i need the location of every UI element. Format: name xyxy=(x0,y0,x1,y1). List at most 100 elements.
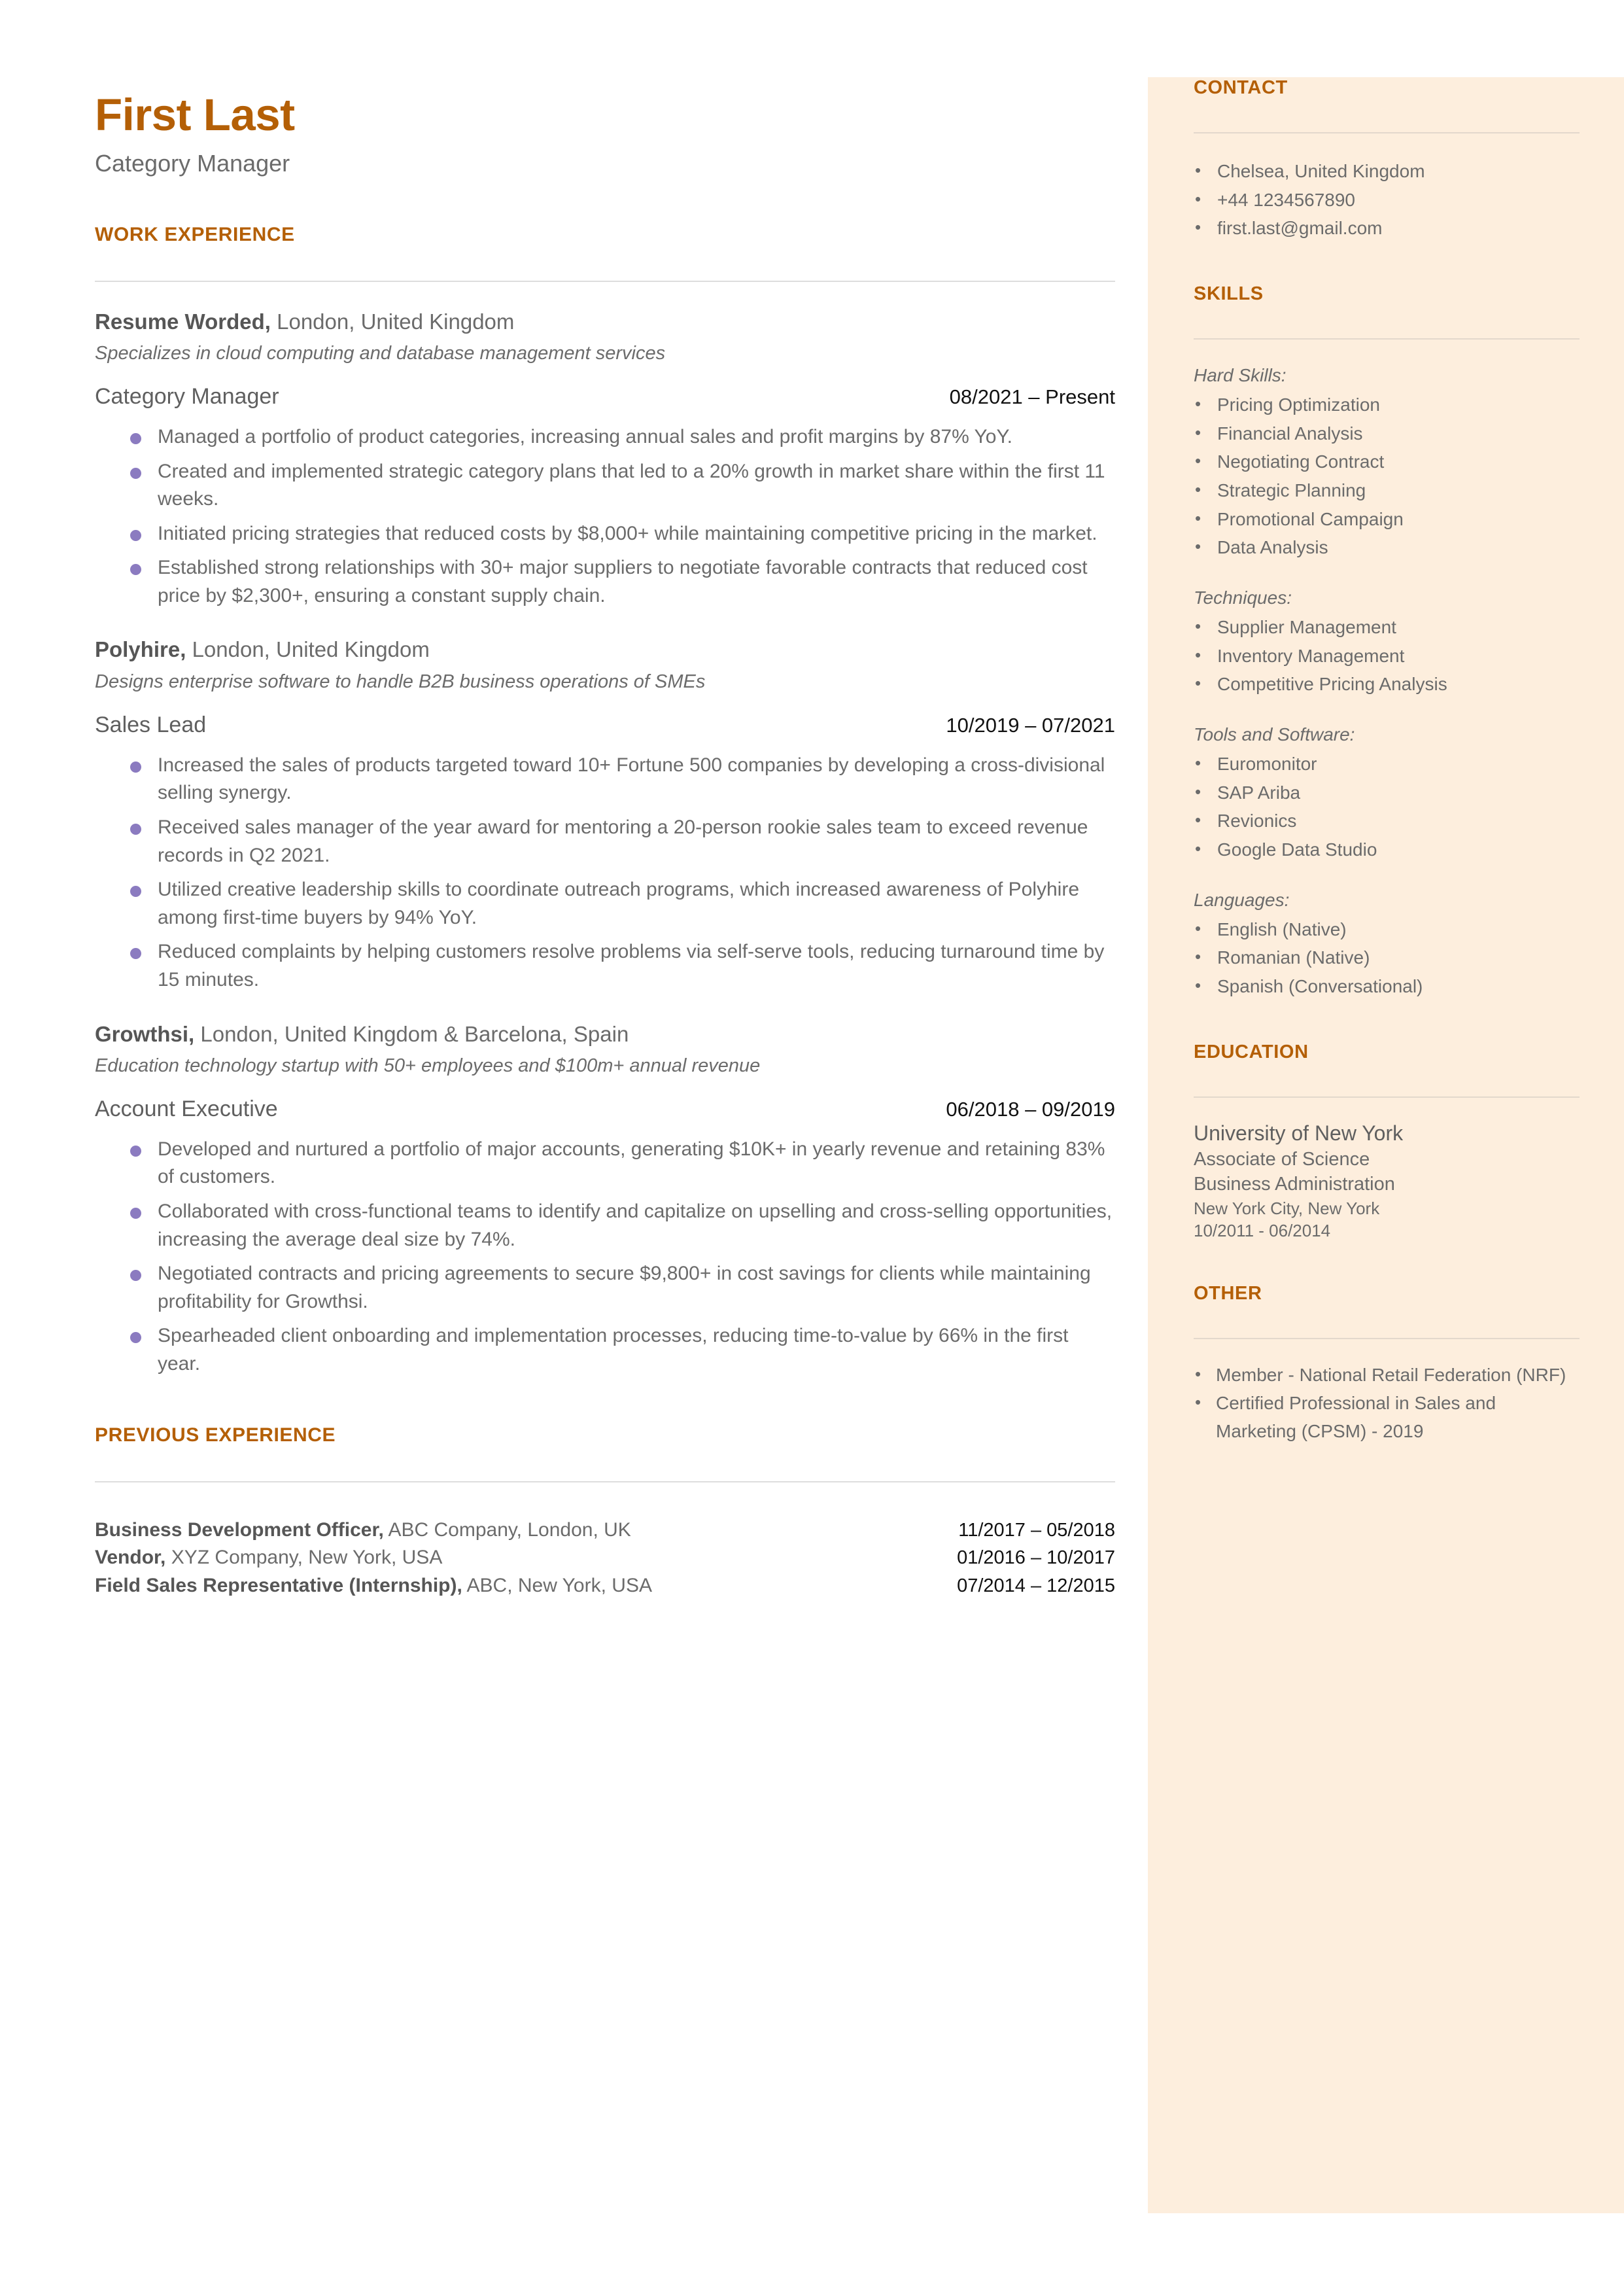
skills-divider xyxy=(1194,338,1580,340)
contact-email[interactable]: first.last@gmail.com xyxy=(1194,214,1580,243)
skill-item: Negotiating Contract xyxy=(1194,447,1580,476)
previous-experience-divider xyxy=(95,1480,1115,1482)
skill-group-hard-skills: Hard Skills: Pricing Optimization Financ… xyxy=(1194,362,1580,562)
previous-experience-row: Field Sales Representative (Internship),… xyxy=(95,1572,1115,1600)
contact-divider xyxy=(1194,132,1580,133)
skills-heading: SKILLS xyxy=(1194,283,1264,305)
role-title: Account Executive xyxy=(95,1096,278,1122)
candidate-name: First Last xyxy=(95,90,295,140)
candidate-job-title: Category Manager xyxy=(95,150,290,177)
skill-group-label: Techniques: xyxy=(1194,587,1292,608)
skill-group-tools-and-software: Tools and Software: Euromonitor SAP Arib… xyxy=(1194,721,1580,864)
skill-list: Supplier Management Inventory Management… xyxy=(1194,613,1580,699)
education-dates: 10/2011 - 06/2014 xyxy=(1194,1221,1331,1241)
company-description: Education technology startup with 50+ em… xyxy=(95,1055,761,1076)
skill-item: SAP Ariba xyxy=(1194,779,1580,807)
work-entry: Polyhire, London, United Kingdom Designs… xyxy=(95,636,1115,994)
previous-role-detail: ABC, New York, USA xyxy=(466,1574,652,1596)
education-divider xyxy=(1194,1096,1580,1098)
company-description: Specializes in cloud computing and datab… xyxy=(95,342,666,364)
achievement-list: Managed a portfolio of product categorie… xyxy=(95,423,1115,610)
previous-role-dates: 07/2014 – 12/2015 xyxy=(957,1575,1115,1596)
achievement-item: Developed and nurtured a portfolio of ma… xyxy=(95,1136,1115,1191)
skill-list: Pricing Optimization Financial Analysis … xyxy=(1194,391,1580,562)
achievement-item: Utilized creative leadership skills to c… xyxy=(95,876,1115,932)
other-item: Certified Professional in Sales and Mark… xyxy=(1194,1390,1580,1446)
achievement-item: Managed a portfolio of product categorie… xyxy=(95,423,1115,451)
skill-item: Spanish (Conversational) xyxy=(1194,972,1580,1001)
work-entry: Growthsi, London, United Kingdom & Barce… xyxy=(95,1021,1115,1378)
role-title: Category Manager xyxy=(95,384,279,410)
achievement-item: Reduced complaints by helping customers … xyxy=(95,938,1115,994)
main-column: First Last Category Manager WORK EXPERIE… xyxy=(95,90,1115,1600)
contact-section: CONTACT Chelsea, United Kingdom +44 1234… xyxy=(1194,77,1580,243)
role-row: Account Executive 06/2018 – 09/2019 xyxy=(95,1096,1115,1123)
skill-group-techniques: Techniques: Supplier Management Inventor… xyxy=(1194,584,1580,699)
previous-experience-row: Vendor, XYZ Company, New York, USA 01/20… xyxy=(95,1544,1115,1572)
skills-section: SKILLS Hard Skills: Pricing Optimization… xyxy=(1194,283,1580,1001)
other-list: Member - National Retail Federation (NRF… xyxy=(1194,1361,1580,1445)
education-section: EDUCATION University of New York Associa… xyxy=(1194,1042,1580,1242)
education-degree: Associate of Science xyxy=(1194,1148,1370,1170)
previous-experience-list: Business Development Officer, ABC Compan… xyxy=(95,1516,1115,1600)
previous-role-detail: ABC Company, London, UK xyxy=(388,1518,631,1541)
skill-item: Strategic Planning xyxy=(1194,476,1580,505)
skill-item: English (Native) xyxy=(1194,915,1580,944)
contact-location: Chelsea, United Kingdom xyxy=(1194,157,1580,186)
previous-role-title: Business Development Officer, xyxy=(95,1518,384,1541)
work-entry: Resume Worded, London, United Kingdom Sp… xyxy=(95,308,1115,610)
role-dates: 10/2019 – 07/2021 xyxy=(946,713,1115,737)
company-name: Polyhire, xyxy=(95,637,186,662)
sidebar: CONTACT Chelsea, United Kingdom +44 1234… xyxy=(1194,77,1580,1445)
previous-experience-heading: PREVIOUS EXPERIENCE xyxy=(95,1424,336,1446)
skill-item: Pricing Optimization xyxy=(1194,391,1580,419)
education-location: New York City, New York xyxy=(1194,1198,1380,1218)
previous-role-detail: XYZ Company, New York, USA xyxy=(171,1547,443,1569)
achievement-item: Received sales manager of the year award… xyxy=(95,814,1115,869)
previous-role: Vendor, XYZ Company, New York, USA xyxy=(95,1544,442,1572)
previous-experience-row: Business Development Officer, ABC Compan… xyxy=(95,1516,1115,1545)
achievement-item: Collaborated with cross-functional teams… xyxy=(95,1198,1115,1253)
company-line: Growthsi, London, United Kingdom & Barce… xyxy=(95,1021,1115,1047)
previous-role: Business Development Officer, ABC Compan… xyxy=(95,1516,631,1545)
previous-role: Field Sales Representative (Internship),… xyxy=(95,1572,652,1600)
skill-item: Revionics xyxy=(1194,807,1580,835)
achievement-list: Developed and nurtured a portfolio of ma… xyxy=(95,1136,1115,1378)
contact-list: Chelsea, United Kingdom +44 1234567890 f… xyxy=(1194,157,1580,243)
contact-phone[interactable]: +44 1234567890 xyxy=(1194,186,1580,215)
company-location: London, United Kingdom xyxy=(277,309,515,334)
achievement-item: Negotiated contracts and pricing agreeme… xyxy=(95,1260,1115,1316)
achievement-list: Increased the sales of products targeted… xyxy=(95,752,1115,994)
other-section: OTHER Member - National Retail Federatio… xyxy=(1194,1283,1580,1445)
other-heading: OTHER xyxy=(1194,1283,1262,1304)
achievement-item: Created and implemented strategic catego… xyxy=(95,458,1115,514)
skill-item: Competitive Pricing Analysis xyxy=(1194,670,1580,699)
role-row: Sales Lead 10/2019 – 07/2021 xyxy=(95,712,1115,739)
work-experience-divider xyxy=(95,280,1115,282)
resume-page: First Last Category Manager WORK EXPERIE… xyxy=(0,0,1624,2295)
education-entry: University of New York Associate of Scie… xyxy=(1194,1120,1580,1242)
previous-role-dates: 01/2016 – 10/2017 xyxy=(957,1547,1115,1569)
company-line: Resume Worded, London, United Kingdom xyxy=(95,308,1115,335)
other-item: Member - National Retail Federation (NRF… xyxy=(1194,1361,1580,1390)
company-line: Polyhire, London, United Kingdom xyxy=(95,636,1115,663)
skill-item: Romanian (Native) xyxy=(1194,943,1580,972)
skill-item: Supplier Management xyxy=(1194,613,1580,642)
role-dates: 08/2021 – Present xyxy=(949,385,1115,409)
skill-group-languages: Languages: English (Native) Romanian (Na… xyxy=(1194,886,1580,1001)
achievement-item: Initiated pricing strategies that reduce… xyxy=(95,520,1115,548)
contact-heading: CONTACT xyxy=(1194,77,1288,98)
company-description: Designs enterprise software to handle B2… xyxy=(95,671,706,692)
other-divider xyxy=(1194,1338,1580,1339)
achievement-item: Spearheaded client onboarding and implem… xyxy=(95,1322,1115,1378)
skill-group-label: Hard Skills: xyxy=(1194,365,1287,386)
education-field: Business Administration xyxy=(1194,1174,1395,1195)
role-title: Sales Lead xyxy=(95,712,207,737)
achievement-item: Increased the sales of products targeted… xyxy=(95,752,1115,807)
skill-list: Euromonitor SAP Ariba Revionics Google D… xyxy=(1194,750,1580,864)
role-dates: 06/2018 – 09/2019 xyxy=(946,1098,1115,1121)
skill-list: English (Native) Romanian (Native) Spani… xyxy=(1194,915,1580,1001)
skill-item: Promotional Campaign xyxy=(1194,505,1580,534)
skill-item: Google Data Studio xyxy=(1194,835,1580,864)
work-experience-heading: WORK EXPERIENCE xyxy=(95,223,295,245)
